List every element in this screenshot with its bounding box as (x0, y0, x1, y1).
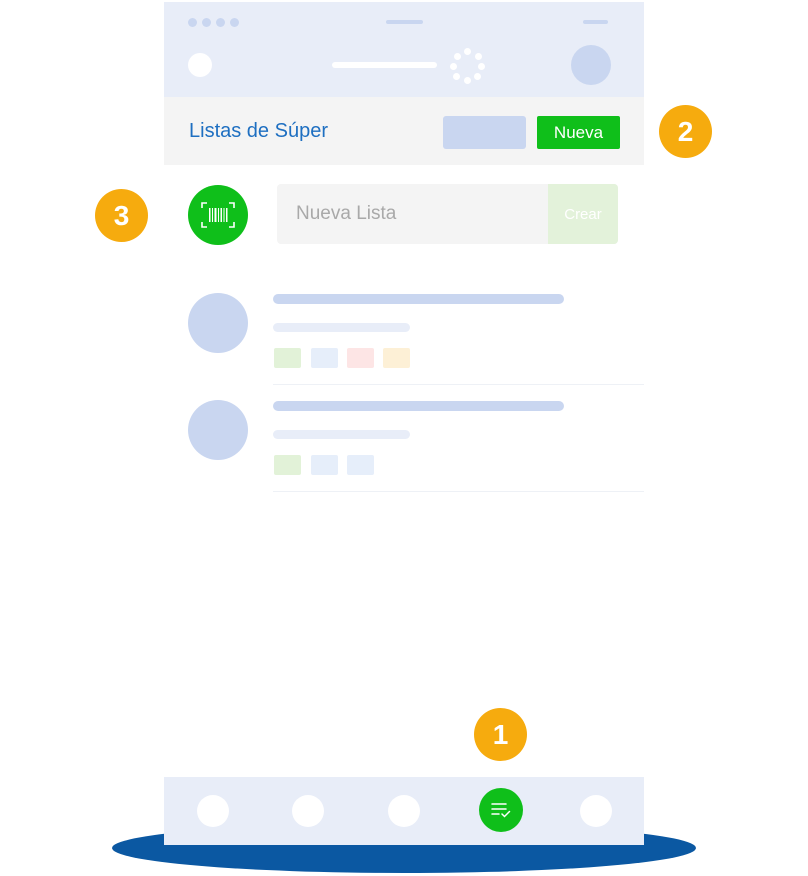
secondary-button[interactable] (443, 116, 526, 149)
scan-barcode-button[interactable] (188, 185, 248, 245)
list-item-title-placeholder (273, 401, 564, 411)
nav-item-5[interactable] (580, 795, 612, 827)
top-app-bar (164, 2, 644, 97)
callout-badge-3: 3 (95, 189, 148, 242)
nav-item-1[interactable] (197, 795, 229, 827)
callout-badge-1: 1 (474, 708, 527, 761)
status-dot (216, 18, 225, 27)
list-item-tag (311, 455, 338, 475)
new-list-input[interactable] (277, 184, 566, 244)
nav-item-2[interactable] (292, 795, 324, 827)
list-item-tag (274, 455, 301, 475)
new-list-form: Crear (277, 184, 618, 244)
create-list-button[interactable]: Crear (548, 184, 618, 244)
list-item-subtitle-placeholder (273, 323, 410, 332)
status-dot (202, 18, 211, 27)
list-item-subtitle-placeholder (273, 430, 410, 439)
list-item-title-placeholder (273, 294, 564, 304)
list-divider (273, 384, 644, 385)
list-item-avatar (188, 400, 248, 460)
status-indicator (583, 20, 608, 24)
callout-badge-2: 2 (659, 105, 712, 158)
status-dot (188, 18, 197, 27)
loading-icon (450, 48, 486, 84)
menu-icon[interactable] (188, 53, 212, 77)
list-item-tag (347, 455, 374, 475)
profile-avatar[interactable] (571, 45, 611, 85)
list-divider (273, 491, 644, 492)
list-item-avatar (188, 293, 248, 353)
status-notch (386, 20, 423, 24)
status-dot (230, 18, 239, 27)
list-item-tag (311, 348, 338, 368)
nav-item-3[interactable] (388, 795, 420, 827)
list-item-tag (274, 348, 301, 368)
nav-item-lists[interactable] (479, 788, 523, 832)
barcode-scan-icon (201, 202, 235, 228)
list-item-tag (347, 348, 374, 368)
page-title: Listas de Súper (189, 120, 328, 142)
list-item-tag (383, 348, 410, 368)
checklist-icon (491, 803, 511, 818)
app-bar-title-placeholder (332, 62, 437, 68)
new-list-button[interactable]: Nueva (537, 116, 620, 149)
